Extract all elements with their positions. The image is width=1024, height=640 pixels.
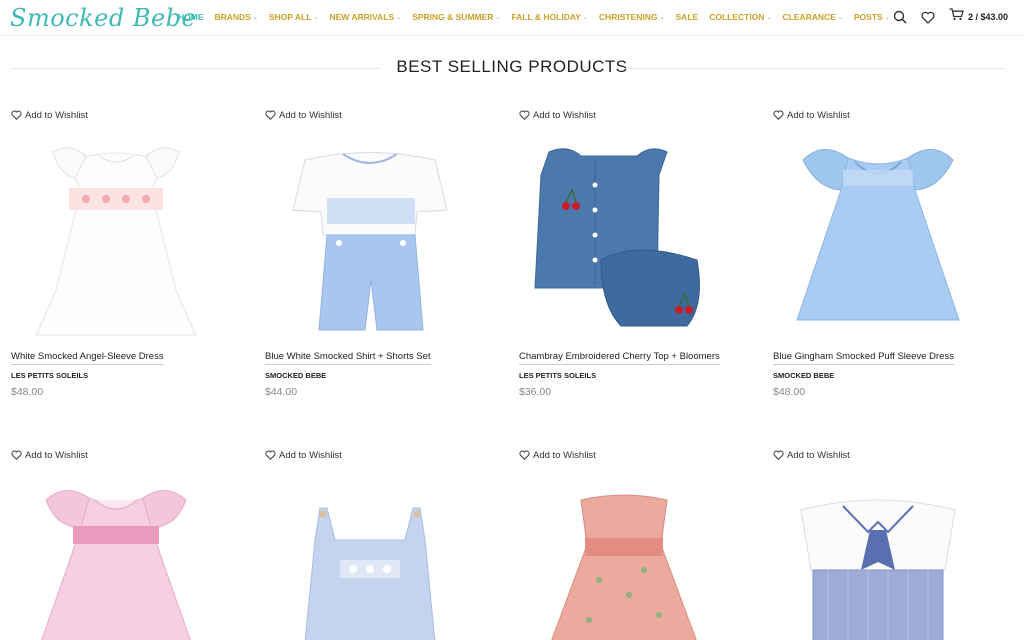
heart-icon bbox=[773, 450, 784, 460]
product-price: $44.00 bbox=[265, 386, 298, 398]
nav-item-spring-summer[interactable]: SPRING & SUMMER ⌄ bbox=[412, 12, 500, 22]
main-nav: HOME BRANDS ⌄ SHOP ALL ⌄ NEW ARRIVALS ⌄ SPR… bbox=[178, 0, 901, 34]
nav-item-label: NEW ARRIVALS bbox=[329, 12, 395, 22]
wishlist-label: Add to Wishlist bbox=[533, 449, 596, 461]
product-brand: LES PETITS SOLEILS bbox=[519, 371, 597, 380]
product-card: Add to Wishlist bbox=[773, 448, 1013, 640]
product-card: Add to Wishlist bbox=[11, 448, 251, 640]
add-to-wishlist-button[interactable]: Add to Wishlist bbox=[519, 448, 759, 462]
product-brand: LES PETITS SOLEILS bbox=[11, 371, 89, 380]
chevron-down-icon: ⌄ bbox=[659, 14, 665, 21]
add-to-wishlist-button[interactable]: Add to Wishlist bbox=[11, 108, 251, 122]
divider bbox=[10, 68, 392, 69]
nav-item-label: COLLECTION bbox=[709, 12, 765, 22]
nav-item-new-arrivals[interactable]: NEW ARRIVALS ⌄ bbox=[329, 12, 401, 22]
product-image[interactable] bbox=[11, 470, 221, 640]
product-image[interactable] bbox=[773, 470, 983, 640]
cart-button[interactable]: 2 / $43.00 bbox=[949, 8, 1008, 26]
chevron-down-icon: ⌄ bbox=[252, 14, 258, 21]
product-image[interactable] bbox=[519, 470, 729, 640]
nav-item-label: SPRING & SUMMER bbox=[412, 12, 494, 22]
wishlist-label: Add to Wishlist bbox=[533, 109, 596, 121]
nav-item-label: SALE bbox=[675, 12, 699, 22]
search-icon[interactable] bbox=[893, 10, 907, 24]
add-to-wishlist-button[interactable]: Add to Wishlist bbox=[265, 108, 505, 122]
heart-icon[interactable] bbox=[921, 11, 935, 24]
nav-item-home[interactable]: HOME bbox=[178, 12, 204, 22]
nav-item-label: CLEARANCE bbox=[782, 12, 836, 22]
product-card: Add to Wishlist Blue White Smocked Shirt… bbox=[265, 108, 505, 398]
wishlist-label: Add to Wishlist bbox=[279, 109, 342, 121]
product-card: Add to Wishlist Chambray Embroidered Che… bbox=[519, 108, 759, 398]
chevron-down-icon: ⌄ bbox=[396, 14, 402, 21]
nav-item-brands[interactable]: BRANDS ⌄ bbox=[215, 12, 258, 22]
chevron-down-icon: ⌄ bbox=[766, 14, 772, 21]
add-to-wishlist-button[interactable]: Add to Wishlist bbox=[265, 448, 505, 462]
chevron-down-icon: ⌄ bbox=[837, 14, 843, 21]
cart-summary: 2 / $43.00 bbox=[967, 12, 1008, 22]
product-card: Add to Wishlist bbox=[519, 448, 759, 640]
product-name[interactable]: Blue Gingham Smocked Puff Sleeve Dress bbox=[773, 351, 954, 365]
product-name[interactable]: Chambray Embroidered Cherry Top + Bloome… bbox=[519, 351, 720, 365]
add-to-wishlist-button[interactable]: Add to Wishlist bbox=[773, 108, 1013, 122]
product-price: $36.00 bbox=[519, 386, 552, 398]
product-price: $48.00 bbox=[11, 386, 44, 398]
section-header: BEST SELLING PRODUCTS bbox=[0, 57, 1024, 77]
product-card: Add to Wishlist Blue Gingham Smocked Puf… bbox=[773, 108, 1013, 398]
nav-item-collection[interactable]: COLLECTION ⌄ bbox=[709, 12, 771, 22]
product-image[interactable] bbox=[773, 130, 983, 345]
product-brand: SMOCKED BEBE bbox=[773, 371, 835, 380]
nav-item-label: SHOP ALL bbox=[268, 12, 312, 22]
product-card: Add to Wishlist White Smocked Angel-Slee… bbox=[11, 108, 251, 398]
chevron-down-icon: ⌄ bbox=[313, 14, 319, 21]
chevron-down-icon: ⌄ bbox=[582, 14, 588, 21]
nav-item-sale[interactable]: SALE bbox=[676, 12, 699, 22]
add-to-wishlist-button[interactable]: Add to Wishlist bbox=[519, 108, 759, 122]
heart-icon bbox=[265, 450, 276, 460]
nav-item-label: CHRISTENING bbox=[598, 12, 658, 22]
nav-item-clearance[interactable]: CLEARANCE ⌄ bbox=[782, 12, 842, 22]
product-brand: SMOCKED BEBE bbox=[265, 371, 327, 380]
heart-icon bbox=[519, 110, 530, 120]
wishlist-label: Add to Wishlist bbox=[25, 449, 88, 461]
wishlist-label: Add to Wishlist bbox=[787, 109, 850, 121]
nav-item-label: BRANDS bbox=[214, 12, 251, 22]
divider bbox=[624, 68, 1006, 69]
product-image[interactable] bbox=[11, 130, 221, 345]
product-card: Add to Wishlist bbox=[265, 448, 505, 640]
heart-icon bbox=[773, 110, 784, 120]
site-logo[interactable]: Smocked Bebe bbox=[10, 4, 196, 32]
heart-icon bbox=[265, 110, 276, 120]
header-actions: 2 / $43.00 bbox=[879, 0, 1008, 34]
heart-icon bbox=[519, 450, 530, 460]
wishlist-label: Add to Wishlist bbox=[25, 109, 88, 121]
nav-item-label: HOME bbox=[178, 12, 204, 22]
nav-item-fall-holiday[interactable]: FALL & HOLIDAY ⌄ bbox=[511, 12, 587, 22]
nav-item-label: FALL & HOLIDAY bbox=[511, 12, 581, 22]
site-header: Smocked Bebe HOME BRANDS ⌄ SHOP ALL ⌄ NEW … bbox=[0, 0, 1024, 36]
heart-icon bbox=[11, 110, 22, 120]
product-image[interactable] bbox=[265, 470, 475, 640]
product-name[interactable]: Blue White Smocked Shirt + Shorts Set bbox=[265, 351, 431, 365]
product-image[interactable] bbox=[519, 130, 729, 345]
nav-item-shop-all[interactable]: SHOP ALL ⌄ bbox=[269, 12, 319, 22]
cart-icon bbox=[949, 8, 964, 26]
add-to-wishlist-button[interactable]: Add to Wishlist bbox=[11, 448, 251, 462]
product-price: $48.00 bbox=[773, 386, 806, 398]
heart-icon bbox=[11, 450, 22, 460]
nav-item-christening[interactable]: CHRISTENING ⌄ bbox=[599, 12, 665, 22]
add-to-wishlist-button[interactable]: Add to Wishlist bbox=[773, 448, 1013, 462]
section-title: BEST SELLING PRODUCTS bbox=[380, 57, 644, 77]
wishlist-label: Add to Wishlist bbox=[279, 449, 342, 461]
chevron-down-icon: ⌄ bbox=[495, 14, 501, 21]
product-name[interactable]: White Smocked Angel-Sleeve Dress bbox=[11, 351, 164, 365]
product-image[interactable] bbox=[265, 130, 475, 345]
wishlist-label: Add to Wishlist bbox=[787, 449, 850, 461]
